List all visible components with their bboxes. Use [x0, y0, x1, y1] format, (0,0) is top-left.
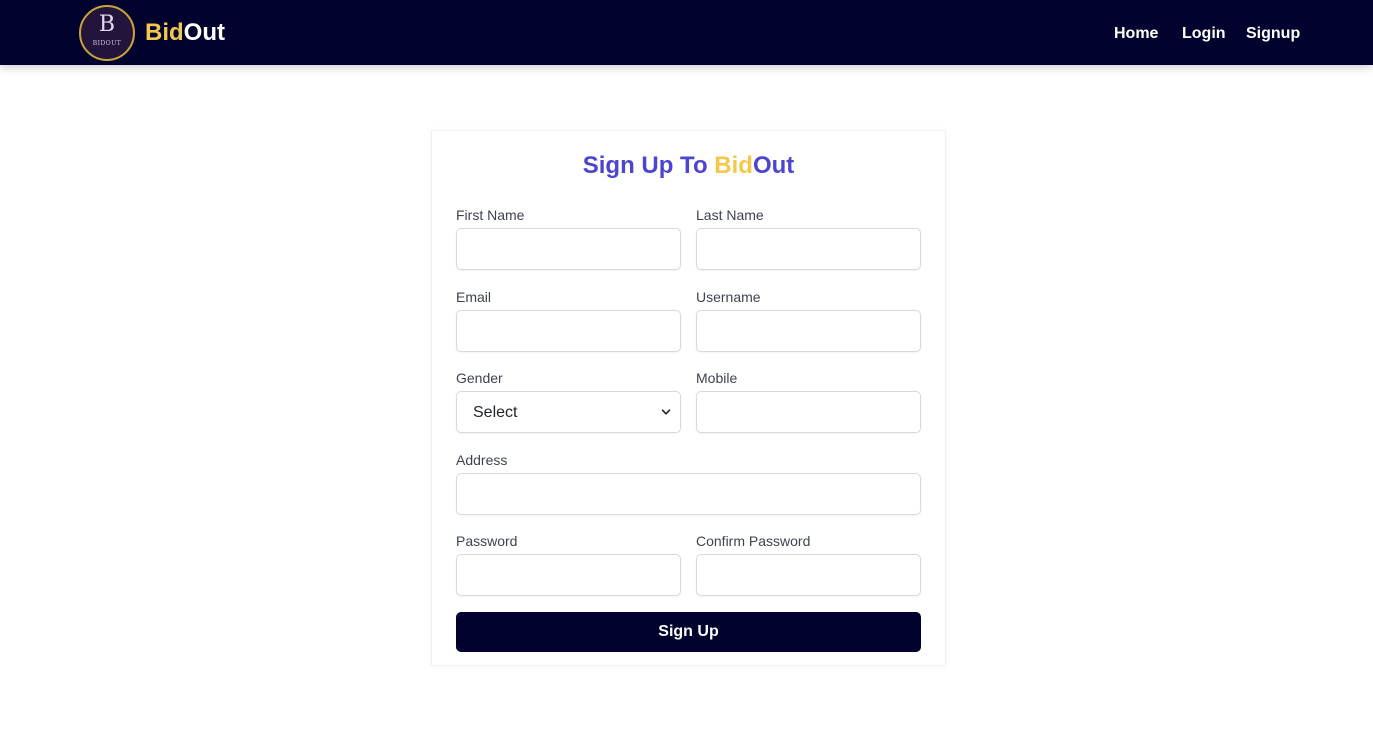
- logo-letter: B: [98, 12, 116, 37]
- password-label: Password: [456, 533, 518, 549]
- brand-name[interactable]: BidOut: [145, 19, 225, 47]
- mobile-label: Mobile: [696, 370, 738, 386]
- signup-card: Sign Up To BidOut First Name Last Name E…: [431, 130, 946, 666]
- confirm-password-input[interactable]: [696, 554, 921, 596]
- nav-login-link[interactable]: Login: [1182, 24, 1226, 44]
- title-bid: Bid: [714, 152, 753, 179]
- mobile-input[interactable]: [696, 391, 921, 433]
- first-name-label: First Name: [456, 207, 525, 223]
- navbar: B BIDOUT BidOut Home Login Signup: [0, 0, 1373, 65]
- logo-small-text: BIDOUT: [92, 40, 122, 47]
- first-name-input[interactable]: [456, 228, 681, 270]
- nav-home-link[interactable]: Home: [1114, 24, 1158, 44]
- email-input[interactable]: [456, 310, 681, 352]
- password-input[interactable]: [456, 554, 681, 596]
- title-prefix: Sign Up To: [582, 152, 715, 179]
- title-out: Out: [752, 152, 795, 179]
- brand-part-out: Out: [183, 19, 225, 46]
- address-input[interactable]: [456, 473, 921, 515]
- last-name-label: Last Name: [696, 207, 764, 223]
- brand-part-bid: Bid: [145, 19, 184, 46]
- username-input[interactable]: [696, 310, 921, 352]
- signup-title: Sign Up To BidOut: [432, 151, 945, 181]
- confirm-password-label: Confirm Password: [696, 533, 811, 549]
- gender-select[interactable]: Select: [456, 391, 681, 433]
- username-label: Username: [696, 289, 761, 305]
- last-name-input[interactable]: [696, 228, 921, 270]
- gender-label: Gender: [456, 370, 503, 386]
- gender-selected-value: Select: [473, 404, 518, 421]
- bidout-logo[interactable]: B BIDOUT: [79, 5, 135, 61]
- address-label: Address: [456, 452, 508, 468]
- sign-up-button[interactable]: Sign Up: [456, 612, 921, 652]
- chevron-down-icon: [661, 409, 671, 415]
- email-label: Email: [456, 289, 492, 305]
- nav-signup-link[interactable]: Signup: [1246, 24, 1300, 44]
